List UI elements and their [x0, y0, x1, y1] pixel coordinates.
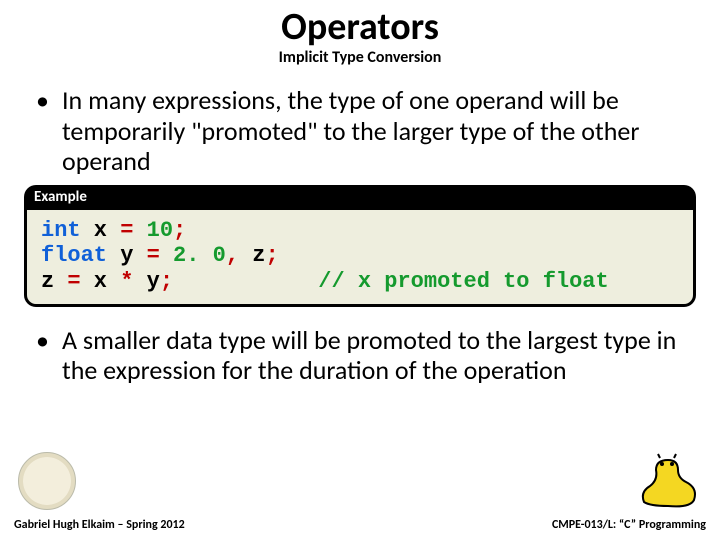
slide-subtitle: Implicit Type Conversion — [20, 48, 700, 67]
code-box: int x = 10; float y = 2. 0, z; z = x * y… — [24, 207, 696, 307]
code-text: z — [41, 269, 67, 294]
code-num: 2. 0 — [173, 243, 226, 268]
code-sc: ; — [173, 218, 186, 243]
footer-right: CMPE-013/L: “C” Programming — [552, 518, 706, 532]
slide-title: Operators — [20, 8, 700, 48]
code-text: y — [133, 269, 159, 294]
code-text — [160, 243, 173, 268]
code-text: y — [107, 243, 147, 268]
code-pad — [173, 269, 318, 294]
code-sc: ; — [160, 269, 173, 294]
slide: Operators Implicit Type Conversion In ma… — [0, 0, 720, 540]
code-eq: = — [67, 269, 80, 294]
code-sc: ; — [265, 243, 278, 268]
code-eq: = — [147, 243, 160, 268]
example-block: Example int x = 10; float y = 2. 0, z; z… — [24, 185, 696, 307]
code-comma: , — [226, 243, 239, 268]
footer-left: Gabriel Hugh Elkaim – Spring 2012 — [14, 518, 185, 532]
code-text: x — [81, 218, 121, 243]
bullet-list-bottom: A smaller data type will be promoted to … — [20, 325, 700, 386]
bullet-2: A smaller data type will be promoted to … — [62, 325, 700, 386]
bullet-1: In many expressions, the type of one ope… — [62, 85, 700, 177]
bullet-list-top: In many expressions, the type of one ope… — [20, 85, 700, 177]
slug-mascot-icon — [638, 452, 702, 510]
code-kw-float: float — [41, 243, 107, 268]
code-comment: // x promoted to float — [318, 269, 608, 294]
code-text: z — [239, 243, 265, 268]
code-op: * — [120, 269, 133, 294]
footer: Gabriel Hugh Elkaim – Spring 2012 CMPE-0… — [0, 518, 720, 532]
code-num: 10 — [147, 218, 173, 243]
university-seal-icon — [18, 452, 76, 510]
code-kw-int: int — [41, 218, 81, 243]
code-text — [133, 218, 146, 243]
code-text: x — [81, 269, 121, 294]
example-label: Example — [24, 185, 696, 207]
code-eq: = — [120, 218, 133, 243]
